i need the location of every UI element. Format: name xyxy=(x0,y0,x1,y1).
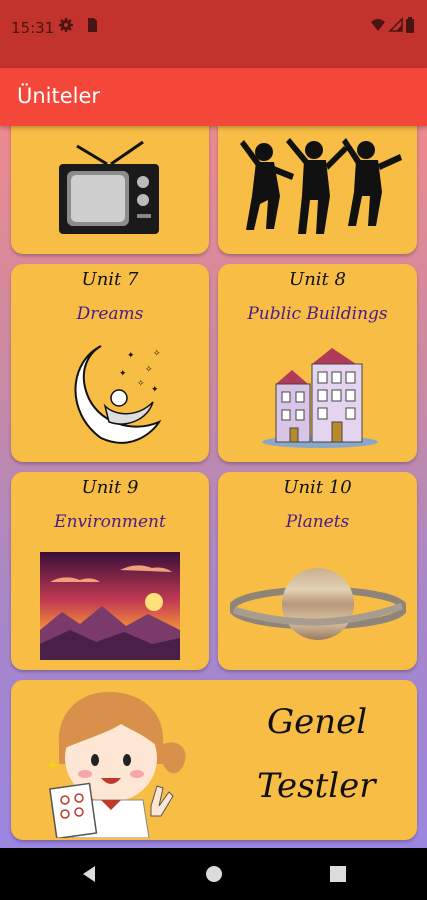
unit-number: Unit 9 xyxy=(81,477,139,498)
wifi-icon xyxy=(370,17,386,33)
status-bar: 15:31 xyxy=(0,0,427,68)
unit-card-tv[interactable] xyxy=(11,126,209,254)
moon-dreamer-icon: ✦✧✦✦✧✧ xyxy=(74,345,162,444)
unit-card-8[interactable]: Unit 8 Public Buildings xyxy=(218,264,417,462)
unit-card-7[interactable]: Unit 7 Dreams ✦ ✧ ✦ ✦ ✧ ✧ xyxy=(11,264,209,462)
back-icon[interactable] xyxy=(78,862,102,886)
sunset-landscape-icon xyxy=(40,552,180,660)
girl-with-test-icon: ✦ xyxy=(45,691,186,838)
svg-text:✧: ✧ xyxy=(153,349,161,359)
building-icon xyxy=(262,348,378,448)
app-bar: Üniteler xyxy=(0,68,427,126)
status-time: 15:31 xyxy=(11,19,55,37)
tv-icon xyxy=(59,140,159,234)
svg-text:✦: ✦ xyxy=(151,385,159,395)
svg-text:✦: ✦ xyxy=(127,351,135,361)
unit-card-9[interactable]: Unit 9 Environment xyxy=(11,472,209,670)
gear-icon xyxy=(58,17,74,33)
svg-text:✧: ✧ xyxy=(145,365,153,375)
unit-title: Environment xyxy=(54,512,166,532)
unit-card-10[interactable]: Unit 10 Planets xyxy=(218,472,417,670)
sim-card-icon xyxy=(84,17,100,33)
home-icon[interactable] xyxy=(202,862,226,886)
unit-title: Dreams xyxy=(76,304,144,324)
unit-title: Planets xyxy=(285,512,350,532)
general-tests-line1: Genel xyxy=(267,702,368,742)
unit-number: Unit 10 xyxy=(283,477,352,498)
svg-text:✦: ✦ xyxy=(119,369,127,379)
general-tests-line2: Testler xyxy=(257,766,376,806)
battery-icon xyxy=(405,17,421,33)
recents-icon[interactable] xyxy=(326,862,350,886)
svg-text:✧: ✧ xyxy=(137,379,145,389)
jumping-people-icon xyxy=(240,138,402,234)
navigation-bar xyxy=(0,848,427,900)
app-title: Üniteler xyxy=(17,84,101,108)
unit-card-people[interactable] xyxy=(218,126,417,254)
svg-text:✦: ✦ xyxy=(45,756,60,777)
unit-title: Public Buildings xyxy=(247,304,388,324)
units-grid[interactable]: Unit 7 Dreams ✦ ✧ ✦ ✦ ✧ ✧ Unit 8 Public Build… xyxy=(0,126,427,848)
unit-number: Unit 7 xyxy=(81,269,139,290)
signal-icon xyxy=(388,17,404,33)
general-tests-card[interactable]: ✦ Genel Testler xyxy=(11,680,417,840)
unit-number: Unit 8 xyxy=(289,269,346,290)
saturn-icon xyxy=(230,568,406,640)
